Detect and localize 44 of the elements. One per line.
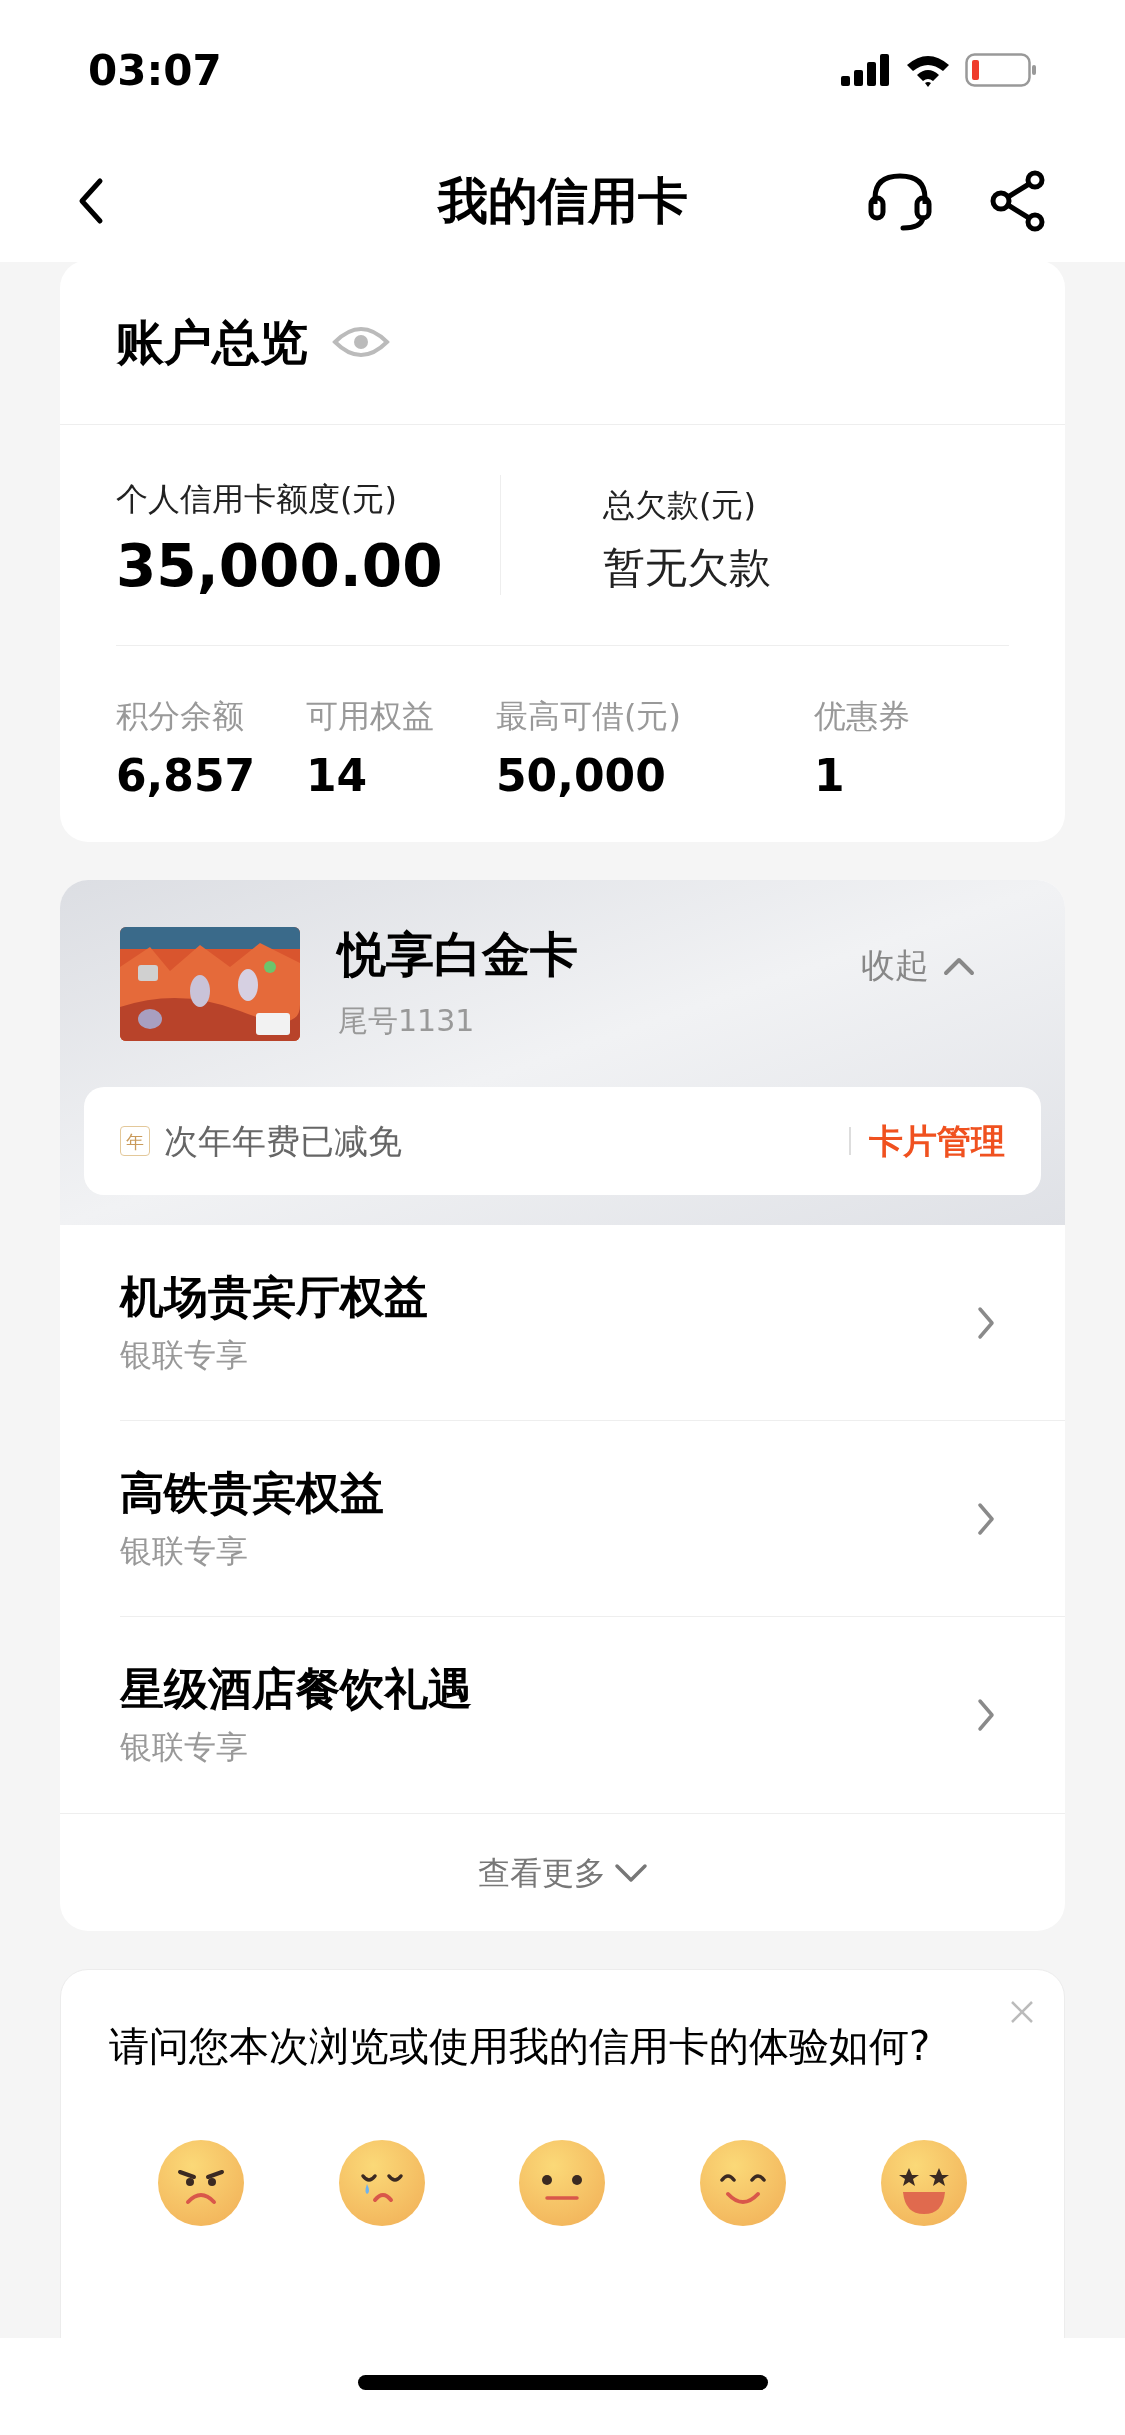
benefit-title: 机场贵宾厅权益 [120, 1274, 429, 1319]
star-eyes-face-icon[interactable] [880, 2140, 967, 2226]
crying-face-icon[interactable] [338, 2140, 425, 2226]
debt-label: 总欠款(元) [603, 485, 757, 526]
chevron-up-icon [943, 955, 975, 976]
card-name: 悦享白金卡 [338, 925, 579, 984]
wifi-icon [905, 53, 951, 87]
benefit-row[interactable]: 机场贵宾厅权益 银联专享 [120, 1225, 1065, 1421]
chevron-right-icon [977, 1305, 995, 1340]
benefit-subtitle: 银联专享 [120, 1534, 249, 1567]
benefit-title: 高铁贵宾权益 [120, 1470, 385, 1515]
benefit-subtitle: 银联专享 [120, 1731, 249, 1763]
chevron-right-icon [977, 1501, 995, 1536]
credit-limit-value: 35,000.00 [116, 537, 444, 595]
stat-label: 可用权益 [306, 696, 435, 737]
stat-value: 1 [814, 754, 846, 798]
chevron-down-icon [613, 1862, 648, 1883]
page-title: 我的信用卡 [437, 170, 688, 232]
status-time: 03:07 [88, 44, 222, 97]
smiling-face-icon[interactable] [700, 2140, 787, 2226]
card-number: 尾号1131 [338, 1002, 476, 1040]
battery-icon [965, 53, 1037, 87]
benefit-title: 星级酒店餐饮礼遇 [120, 1667, 473, 1711]
credit-limit-label: 个人信用卡额度(元) [116, 479, 398, 520]
signal-icon [841, 54, 891, 86]
annual-fee-notice: 次年年费已减免 [164, 1119, 403, 1163]
benefit-row[interactable]: 星级酒店餐饮礼遇 银联专享 [120, 1617, 1065, 1813]
neutral-face-icon[interactable] [519, 2140, 606, 2226]
chevron-right-icon [977, 1698, 995, 1732]
benefit-row[interactable]: 高铁贵宾权益 银联专享 [120, 1421, 1065, 1617]
benefit-subtitle: 银联专享 [120, 1338, 249, 1371]
view-more-button[interactable]: 查看更多 [477, 1848, 648, 1897]
stat-value: 50,000 [496, 754, 667, 798]
stat-value: 6,857 [116, 754, 257, 798]
card-management-link[interactable]: 卡片管理 [869, 1115, 1005, 1167]
year-badge: 年 [120, 1126, 150, 1156]
angry-face-icon[interactable] [158, 2140, 245, 2226]
stat-value: 14 [306, 754, 369, 798]
stat-label: 优惠券 [814, 696, 911, 737]
overview-title: 账户总览 [116, 313, 308, 372]
stat-label: 最高可借(元) [496, 696, 682, 737]
survey-question: 请问您本次浏览或使用我的信用卡的体验如何? [109, 2022, 932, 2071]
debt-value: 暂无欠款 [603, 547, 771, 589]
stat-label: 积分余额 [116, 696, 245, 737]
